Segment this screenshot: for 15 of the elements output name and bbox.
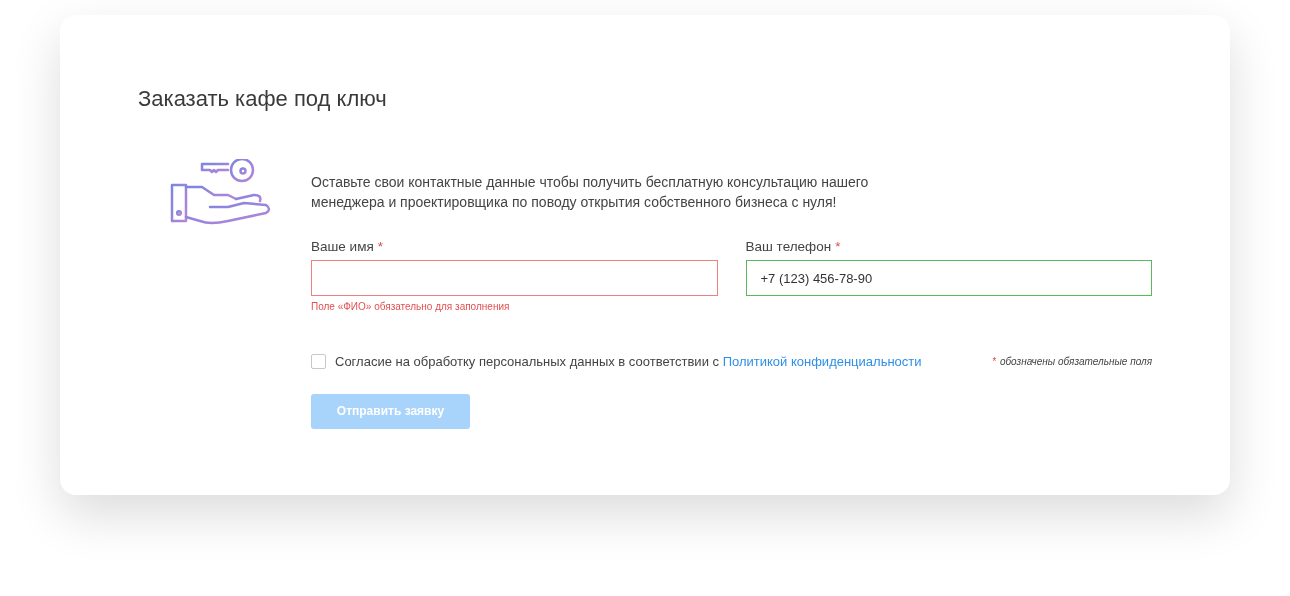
field-label: Ваше имя	[311, 238, 374, 256]
form-title: Заказать кафе под ключ	[138, 85, 388, 113]
error-message: Поле «ФИО» обязательно для заполнения	[311, 300, 511, 314]
consent-text: Согласие на обработку персональных данных в соответствии с Политикой конфиденциальности	[335, 353, 922, 371]
required-mark: *	[835, 238, 841, 256]
input-field[interactable]: +7 (123) 456-78-90	[745, 260, 1152, 296]
required-note: обозначены обязательные поля	[999, 355, 1152, 370]
consent-checkbox[interactable]	[311, 354, 326, 370]
required-mark: *	[992, 355, 996, 370]
privacy-policy-link[interactable]: Политикой конфиденциальности	[722, 354, 922, 369]
intro-text: Оставьте свои контактные данные чтобы получить бесплатную консультацию нашего менеджера и проектировщика по поводу открытия собственного бизнеса с нуля!	[311, 173, 870, 212]
hand-with-key-icon	[170, 159, 272, 227]
required-mark: *	[377, 238, 383, 256]
input-field[interactable]	[311, 260, 718, 296]
field-label: Ваш телефон	[745, 238, 832, 256]
